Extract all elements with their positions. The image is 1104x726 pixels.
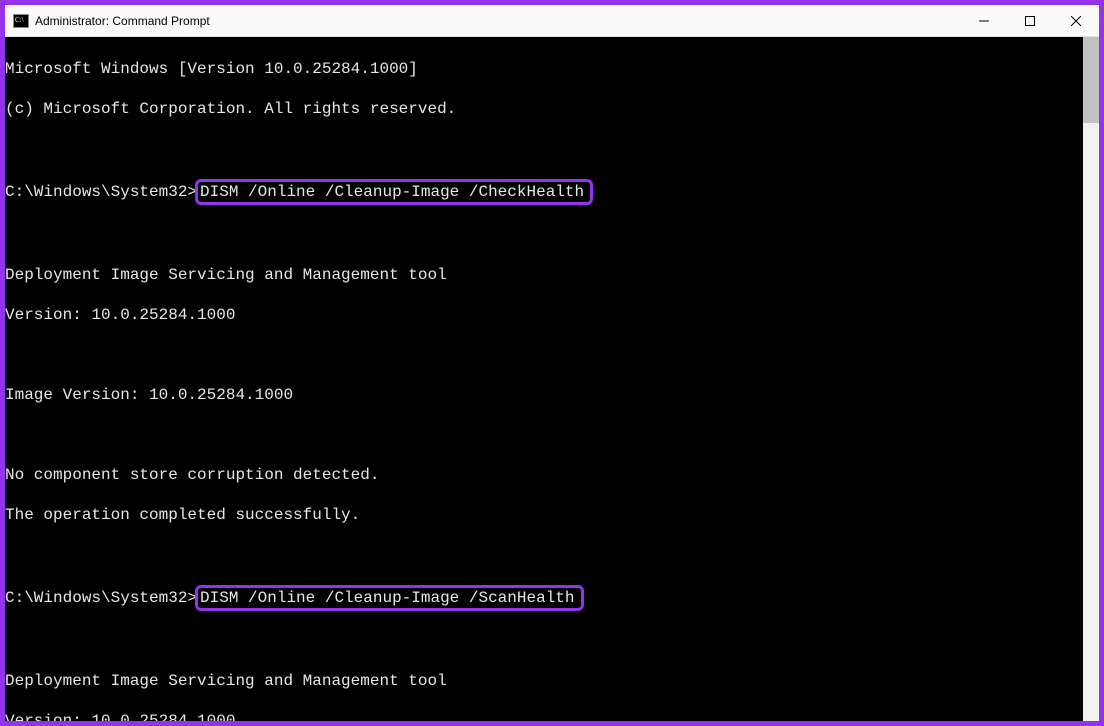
output-line [5,225,1083,245]
output-line: Image Version: 10.0.25284.1000 [5,385,1083,405]
output-line [5,139,1083,159]
window-controls [961,5,1099,36]
output-line: The operation completed successfully. [5,505,1083,525]
prompt-line: C:\Windows\System32>DISM /Online /Cleanu… [5,179,1083,205]
output-line: Version: 10.0.25284.1000 [5,305,1083,325]
output-line [5,545,1083,565]
output-line: (c) Microsoft Corporation. All rights re… [5,99,1083,119]
highlighted-command: DISM /Online /Cleanup-Image /ScanHealth [195,585,583,611]
svg-text:C:\: C:\ [15,16,24,24]
output-line [5,631,1083,651]
command-prompt-window: C:\ Administrator: Command Prompt Micros… [3,3,1101,723]
scrollbar-thumb[interactable] [1083,37,1099,123]
terminal-output[interactable]: Microsoft Windows [Version 10.0.25284.10… [5,37,1083,721]
close-button[interactable] [1053,5,1099,36]
output-line [5,345,1083,365]
prompt: C:\Windows\System32> [5,589,197,607]
output-line: No component store corruption detected. [5,465,1083,485]
cmd-icon: C:\ [13,13,29,29]
output-line: Deployment Image Servicing and Managemen… [5,671,1083,691]
titlebar[interactable]: C:\ Administrator: Command Prompt [5,5,1099,37]
window-title: Administrator: Command Prompt [35,14,210,28]
output-line: Version: 10.0.25284.1000 [5,711,1083,721]
terminal-area: Microsoft Windows [Version 10.0.25284.10… [5,37,1099,721]
maximize-button[interactable] [1007,5,1053,36]
scrollbar[interactable] [1083,37,1099,721]
output-line [5,425,1083,445]
highlighted-command: DISM /Online /Cleanup-Image /CheckHealth [195,179,593,205]
output-line: Deployment Image Servicing and Managemen… [5,265,1083,285]
prompt-line: C:\Windows\System32>DISM /Online /Cleanu… [5,585,1083,611]
prompt: C:\Windows\System32> [5,183,197,201]
minimize-button[interactable] [961,5,1007,36]
output-line: Microsoft Windows [Version 10.0.25284.10… [5,59,1083,79]
